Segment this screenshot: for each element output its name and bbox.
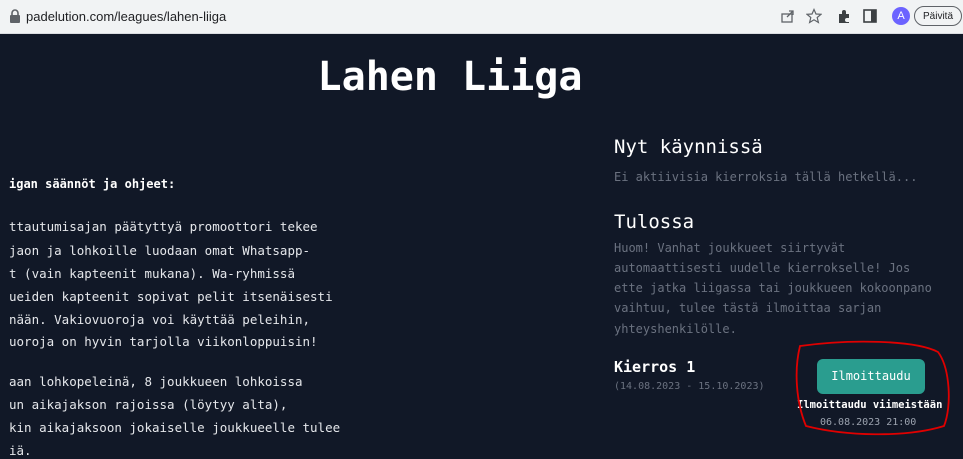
upcoming-notice-line: automaattisesti uudelle kierrokselle! Jo… — [614, 261, 911, 275]
upcoming-notice-line: Huom! Vanhat joukkueet siirtyvät — [614, 241, 846, 255]
rules-line: nään. Vakiovuoroja voi käyttää peleihin, — [9, 312, 311, 327]
upcoming-heading: Tulossa — [614, 211, 695, 233]
signup-deadline-value: 06.08.2023 21:00 — [820, 417, 917, 428]
round-name: Kierros 1 — [614, 358, 696, 376]
rules-line: t (vain kapteenit mukana). Wa-ryhmissä — [9, 266, 295, 281]
ongoing-heading: Nyt käynnissä — [614, 136, 763, 158]
ongoing-empty-text: Ei aktiivisia kierroksia tällä hetkellä.… — [614, 170, 918, 184]
lock-icon — [10, 9, 20, 23]
side-panel-icon[interactable] — [862, 8, 878, 24]
upcoming-notice-line: ette jatka liigassa tai joukkueen kokoon… — [614, 281, 932, 295]
rules-heading: igan säännöt ja ohjeet: — [9, 177, 176, 191]
profile-avatar[interactable]: A — [892, 7, 910, 25]
round-dates: (14.08.2023 - 15.10.2023) — [614, 381, 765, 392]
rules-line: jaon ja lohkoille luodaan omat Whatsapp- — [9, 243, 311, 258]
page-content: Lahen Liiga igan säännöt ja ohjeet: ttau… — [0, 34, 963, 459]
rules-line: uoroja on hyvin tarjolla viikonloppuisin… — [9, 334, 318, 349]
rules-line: un aikajakson rajoissa (löytyy alta), — [9, 397, 288, 412]
rules-line: kin aikajaksoon jokaiselle joukkueelle t… — [9, 420, 341, 435]
update-button[interactable]: Päivitä — [914, 6, 962, 26]
page-title: Lahen Liiga — [317, 54, 583, 100]
star-icon[interactable] — [806, 8, 822, 24]
rules-line: ueiden kapteenit sopivat pelit itsenäise… — [9, 289, 333, 304]
rules-line: aan lohkopeleinä, 8 joukkueen lohkoissa — [9, 374, 303, 389]
signup-button[interactable]: Ilmoittaudu — [817, 359, 925, 394]
upcoming-notice-line: vaihtuu, tulee tästä ilmoittaa sarjan — [614, 301, 882, 315]
share-icon[interactable] — [780, 8, 796, 24]
upcoming-notice-line: yhteyshenkilölle. — [614, 322, 737, 336]
rules-line: iä. — [9, 443, 32, 458]
address-bar[interactable]: padelution.com/leagues/lahen-liiga — [26, 9, 226, 24]
signup-deadline-label: Ilmoittaudu viimeistään — [797, 399, 943, 411]
browser-toolbar: padelution.com/leagues/lahen-liiga A Päi… — [0, 0, 963, 34]
extensions-icon[interactable] — [836, 8, 852, 24]
rules-line: ttautumisajan päätyttyä promoottori teke… — [9, 219, 318, 234]
